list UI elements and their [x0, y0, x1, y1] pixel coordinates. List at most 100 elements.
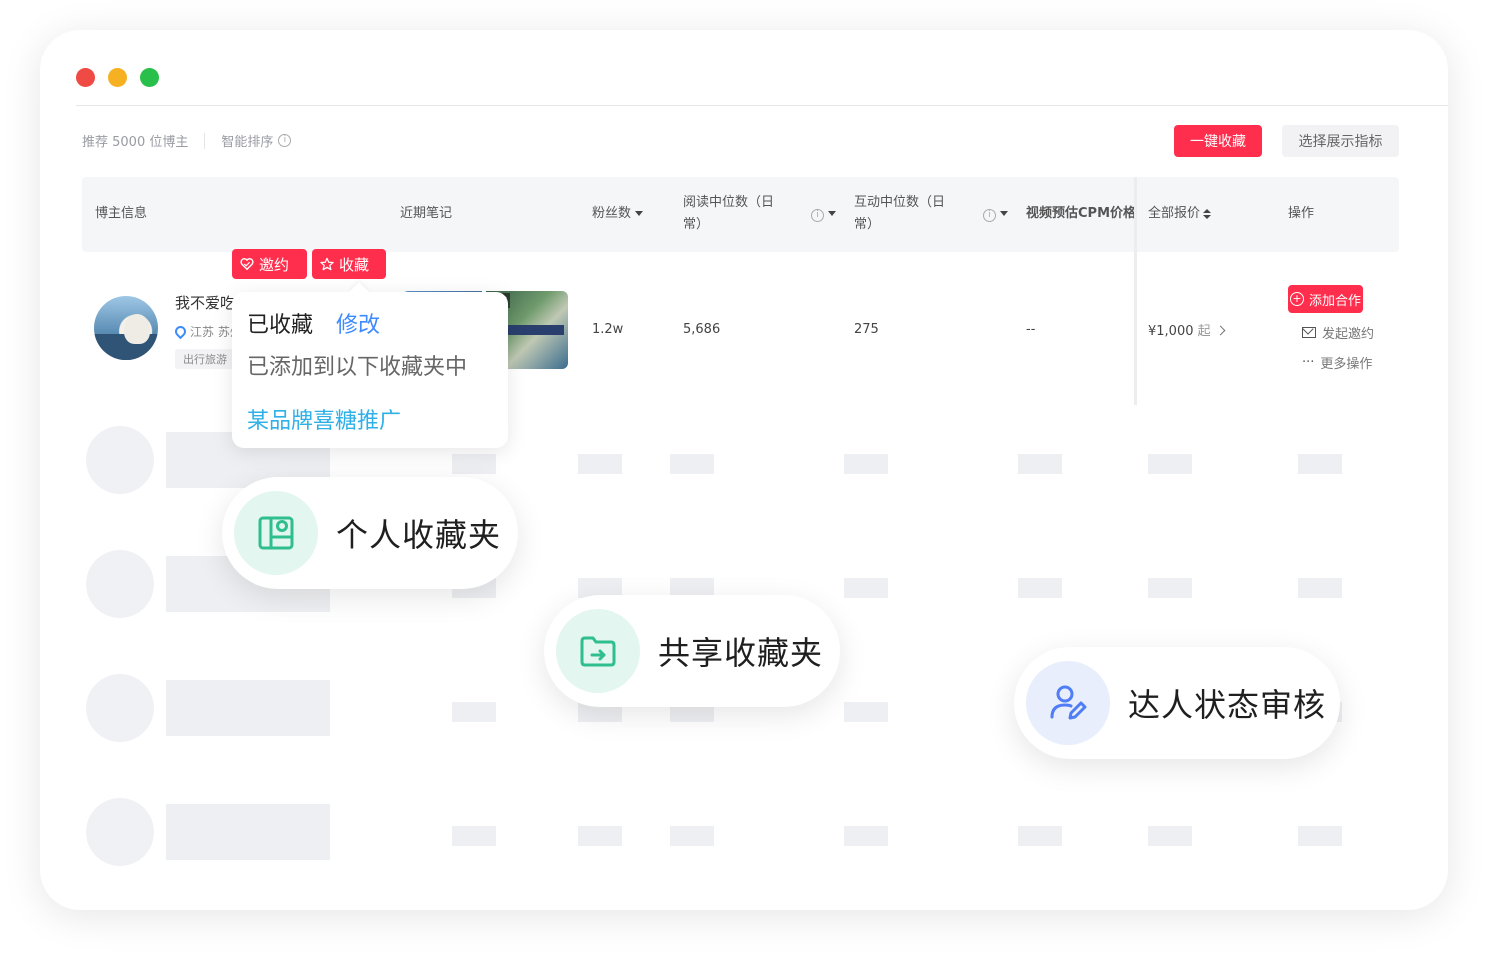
layout-folder-icon [258, 516, 294, 550]
header-interact-median-controls[interactable]: i [978, 203, 1008, 225]
skeleton-avatar [86, 674, 154, 742]
skeleton-cell [844, 826, 888, 846]
info-icon[interactable]: i [278, 134, 292, 147]
skeleton-cell [670, 826, 714, 846]
skeleton-cell [1018, 826, 1062, 846]
header-read-median-controls[interactable]: i [806, 203, 836, 225]
skeleton-cell [844, 578, 888, 598]
send-invite-label: 发起邀约 [1322, 327, 1375, 342]
skeleton-cell [1298, 454, 1342, 474]
popover-folder-link[interactable]: 某品牌喜糖推广 [247, 403, 401, 435]
personal-folder-pill[interactable]: 个人收藏夹 [222, 477, 518, 589]
send-invite-link[interactable]: 发起邀约 [1302, 323, 1374, 342]
toolbar-summary: 推荐 5000 位博主 智能排序 i [82, 131, 292, 150]
skeleton-cell [452, 702, 496, 722]
star-icon [320, 257, 334, 271]
minimize-window-dot[interactable] [108, 68, 127, 87]
chevron-right-icon [1215, 325, 1226, 336]
skeleton-cell [1018, 454, 1062, 474]
header-fans[interactable]: 粉丝数 [592, 203, 644, 225]
user-edit-icon [1050, 685, 1087, 720]
skeleton-bar [166, 680, 330, 736]
personal-folder-label: 个人收藏夹 [336, 516, 502, 554]
header-interact-median: 互动中位数（日常） [854, 195, 946, 232]
info-icon: i [983, 209, 996, 222]
collect-all-button[interactable]: 一键收藏 [1174, 125, 1262, 157]
video-cpm-value: -- [1026, 322, 1036, 337]
table-header: 博主信息 近期笔记 粉丝数 阅读中位数（日常） i 互动中位数（日常） i 视频… [82, 177, 1399, 252]
add-cooperation-label: 添加合作 [1308, 293, 1361, 309]
close-window-dot[interactable] [76, 68, 95, 87]
skeleton-cell [1018, 578, 1062, 598]
interact-median-value: 275 [854, 322, 879, 337]
caret-down-icon [828, 211, 836, 216]
skeleton-cell [578, 454, 622, 474]
header-read-median: 阅读中位数（日常） [683, 195, 775, 232]
app-window: 推荐 5000 位博主 智能排序 i 一键收藏 选择展示指标 博主信息 近期笔记… [40, 30, 1448, 910]
popover-description: 已添加到以下收藏夹中 [247, 355, 468, 380]
shared-folder-pill[interactable]: 共享收藏夹 [544, 595, 840, 707]
more-actions-label: 更多操作 [1320, 357, 1373, 372]
ellipsis-icon: ··· [1302, 355, 1315, 370]
toolbar-separator [204, 132, 206, 149]
personal-folder-icon-bg [234, 491, 318, 575]
skeleton-cell [1298, 826, 1342, 846]
favorite-chip-label: 收藏 [339, 255, 370, 274]
shared-folder-icon-bg [556, 609, 640, 693]
header-blogger-info: 博主信息 [95, 206, 148, 221]
skeleton-cell [670, 454, 714, 474]
talent-review-pill[interactable]: 达人状态审核 [1014, 647, 1340, 759]
blogger-name[interactable]: 我不爱吃 [175, 292, 235, 313]
skeleton-cell [1148, 578, 1192, 598]
sort-icon [1203, 208, 1212, 219]
header-actions: 操作 [1288, 206, 1315, 221]
choose-metrics-button[interactable]: 选择展示指标 [1282, 125, 1399, 157]
skeleton-cell [844, 702, 888, 722]
invite-chip-label: 邀约 [259, 255, 290, 274]
header-video-cpm: 视频预估CPM价格 [1026, 206, 1134, 221]
skeleton-cell [452, 826, 496, 846]
read-median-value: 5,686 [683, 322, 721, 337]
popover-edit-link[interactable]: 修改 [336, 307, 380, 339]
price-amount: ¥1,000 [1148, 324, 1194, 339]
invite-chip[interactable]: 邀约 [232, 249, 307, 279]
shared-folder-label: 共享收藏夹 [658, 634, 824, 672]
price-suffix: 起 [1197, 324, 1211, 339]
skeleton-avatar [86, 426, 154, 494]
maximize-window-dot[interactable] [140, 68, 159, 87]
header-fans-label: 粉丝数 [592, 206, 632, 221]
category-tag: 出行旅游 [175, 349, 235, 369]
skeleton-cell [1298, 578, 1342, 598]
info-icon: i [811, 209, 824, 222]
skeleton-cell [452, 454, 496, 474]
smart-sort-label[interactable]: 智能排序 [221, 131, 273, 150]
recommend-count: 推荐 5000 位博主 [82, 135, 189, 150]
header-all-quotes-label: 全部报价 [1148, 206, 1201, 221]
heart-handshake-icon [240, 258, 254, 271]
skeleton-avatar [86, 550, 154, 618]
folder-share-icon [580, 636, 616, 667]
skeleton-cell [578, 826, 622, 846]
mail-icon [1302, 327, 1316, 338]
avatar[interactable] [94, 296, 158, 360]
more-actions-link[interactable]: ··· 更多操作 [1302, 353, 1372, 372]
popover-title: 已收藏 [247, 313, 314, 338]
favorite-popover: 已收藏 修改 已添加到以下收藏夹中 某品牌喜糖推广 [232, 292, 508, 448]
caret-down-icon [1000, 211, 1008, 216]
skeleton-avatar [86, 798, 154, 866]
skeleton-bar [166, 804, 330, 860]
fans-value: 1.2w [592, 322, 624, 337]
location-pin-icon [172, 323, 189, 340]
titlebar-divider [76, 105, 1448, 106]
caret-down-icon [635, 211, 644, 216]
add-cooperation-button[interactable]: + 添加合作 [1288, 285, 1363, 313]
talent-review-label: 达人状态审核 [1128, 686, 1327, 724]
header-all-quotes[interactable]: 全部报价 [1148, 203, 1212, 225]
skeleton-cell [1148, 826, 1192, 846]
talent-review-icon-bg [1026, 661, 1110, 745]
skeleton-cell [844, 454, 888, 474]
plus-circle-icon: + [1289, 292, 1304, 306]
skeleton-cell [1148, 454, 1192, 474]
favorite-chip[interactable]: 收藏 [312, 249, 386, 279]
price-value[interactable]: ¥1,000 起 [1148, 320, 1226, 339]
